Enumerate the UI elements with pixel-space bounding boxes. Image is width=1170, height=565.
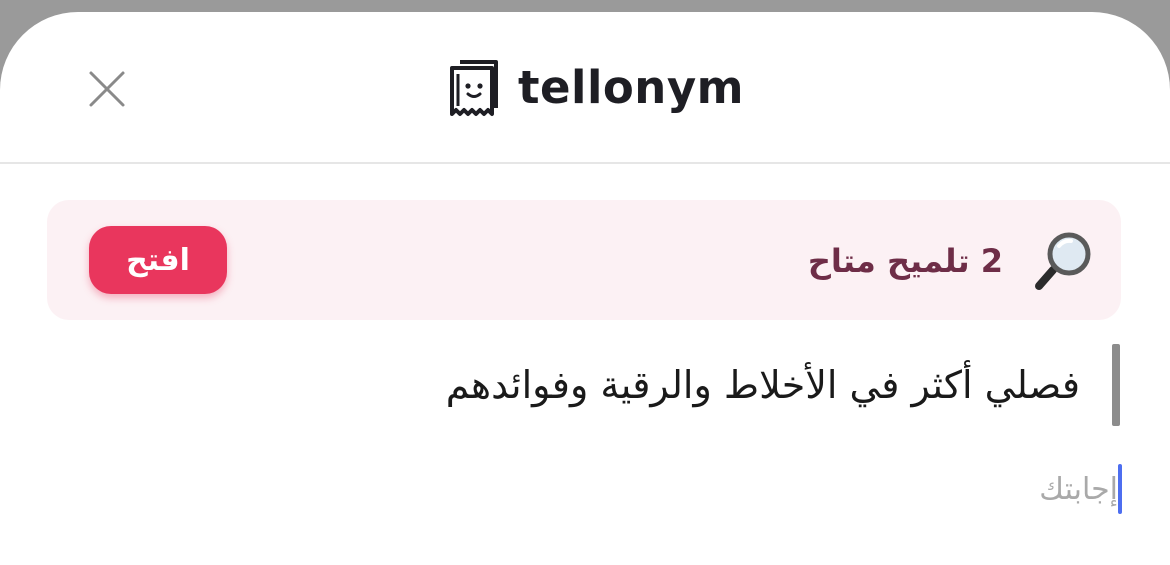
magnifier-icon (1031, 228, 1095, 292)
hint-count-text: 2 تلميح متاح (807, 242, 1003, 280)
sheet-header: tellonym (0, 12, 1170, 164)
app-logo: tellonym (446, 58, 744, 118)
tellonym-ghost-icon (446, 58, 502, 118)
hint-banner: 2 تلميح متاح افتح (47, 200, 1121, 320)
text-caret (1118, 464, 1122, 514)
question-text: فصلي أكثر في الأخلاط والرقية وفوائدهم (445, 363, 1080, 407)
question-accent-bar (1112, 344, 1120, 426)
logo-wordmark: tellonym (518, 61, 745, 114)
compose-sheet: tellonym 2 تلميح متاح افتح فصلي أكثر في … (0, 12, 1170, 565)
answer-input[interactable] (518, 464, 1122, 514)
close-icon (89, 71, 125, 107)
close-button[interactable] (84, 66, 130, 112)
open-hint-button[interactable]: افتح (89, 226, 227, 294)
